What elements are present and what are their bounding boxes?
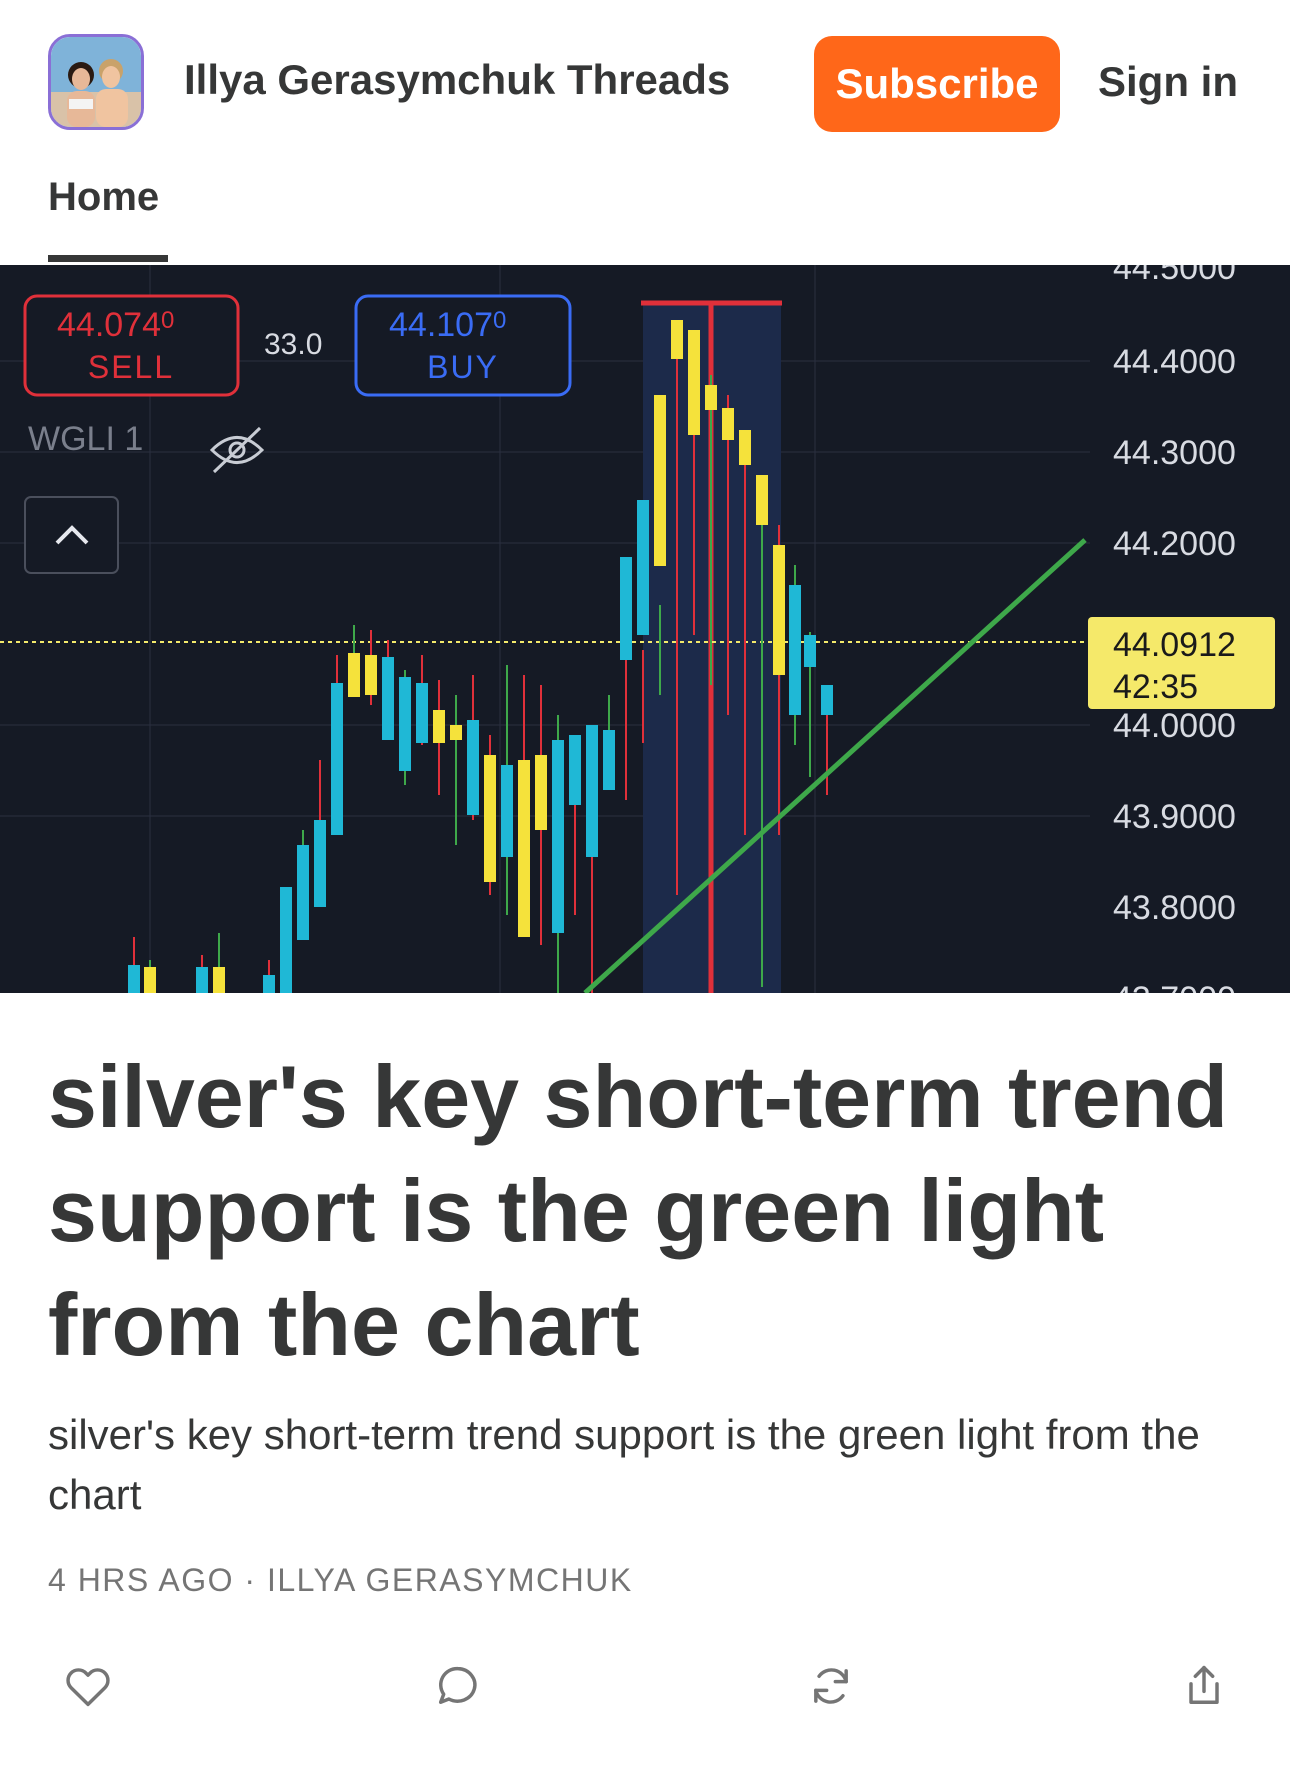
candle-body [382, 657, 394, 740]
sell-price: 44.074 [57, 306, 161, 344]
candle-body [654, 395, 666, 566]
candle-body [331, 683, 343, 835]
candle-body [535, 755, 547, 830]
candle-body [433, 710, 445, 743]
indicator-label: WGLI 1 [28, 420, 143, 458]
candle-body [603, 730, 615, 790]
candle-body [213, 967, 225, 993]
candle-body [314, 820, 326, 907]
publication-name[interactable]: Illya Gerasymchuk Threads [184, 56, 730, 104]
price-tick: 43.9000 [1113, 798, 1236, 836]
candle-body [263, 975, 275, 993]
price-tick: 44.0000 [1113, 707, 1236, 745]
buy-label: BUY [427, 349, 499, 385]
subscribe-button[interactable]: Subscribe [814, 36, 1060, 132]
collapse-button [24, 496, 119, 574]
candle-body [756, 475, 768, 525]
sell-label: SELL [88, 349, 174, 385]
restack-icon [814, 1668, 848, 1704]
price-tick: 44.4000 [1113, 343, 1236, 381]
price-tick: 43.7000 [1113, 980, 1236, 993]
candle-body [821, 685, 833, 715]
spread-value: 33.0 [264, 328, 322, 361]
nav-tab-home[interactable]: Home [48, 175, 159, 220]
current-price-label: 44.0912 42:35 [1088, 617, 1275, 709]
candle-body [804, 635, 816, 667]
post-title[interactable]: silver's key short-term trend support is… [48, 1040, 1248, 1382]
restack-button[interactable] [805, 1660, 857, 1712]
candle-body [399, 677, 411, 771]
candle-body [128, 965, 140, 993]
sell-button: 44.0740 SELL [23, 294, 240, 397]
candle-body [620, 557, 632, 660]
candle-body [671, 320, 683, 359]
candle-body [467, 720, 479, 815]
current-price-value: 44.0912 [1113, 626, 1236, 664]
share-button[interactable] [1178, 1660, 1230, 1712]
candle-body [450, 725, 462, 740]
candle-body [569, 735, 581, 805]
eye-off-icon [209, 426, 265, 474]
publication-header: Illya Gerasymchuk Threads Subscribe Sign… [0, 0, 1290, 270]
post-meta: 4 HRS AGO · ILLYA GERASYMCHUK [48, 1562, 633, 1598]
candle-body [705, 385, 717, 410]
price-tick: 43.8000 [1113, 889, 1236, 927]
heart-icon [66, 1668, 110, 1707]
buy-price: 44.107 [389, 306, 493, 344]
candle-body [280, 887, 292, 993]
post-cover-image[interactable]: 44.5000 44.4000 44.3000 44.2000 44.0000 … [0, 265, 1290, 993]
candle-body [739, 430, 751, 465]
share-icon [1189, 1665, 1219, 1704]
candle-body [196, 967, 208, 993]
buy-price-small: 0 [493, 307, 506, 334]
candle-body [297, 845, 309, 940]
like-button[interactable] [62, 1660, 114, 1712]
nav-active-indicator [48, 255, 168, 262]
price-tick: 44.3000 [1113, 434, 1236, 472]
candlestick-chart-image: 44.5000 44.4000 44.3000 44.2000 44.0000 … [0, 265, 1275, 993]
candle-body [518, 760, 530, 937]
post-subtitle: silver's key short-term trend support is… [48, 1411, 1200, 1518]
candle-countdown: 42:35 [1113, 668, 1198, 706]
candle-body [416, 683, 428, 743]
comment-button[interactable] [432, 1660, 484, 1712]
candle-body [484, 755, 496, 882]
candle-body [789, 585, 801, 715]
svg-text:44.1070: 44.1070 [389, 306, 506, 344]
sell-price-small: 0 [161, 307, 174, 334]
buy-button: 44.1070 BUY [354, 294, 572, 397]
candle-body [552, 740, 564, 933]
comment-icon [438, 1666, 477, 1704]
price-tick: 44.5000 [1113, 265, 1236, 287]
candle-body [365, 655, 377, 695]
price-tick: 44.2000 [1113, 525, 1236, 563]
candle-body [773, 545, 785, 675]
publication-avatar[interactable] [48, 34, 144, 130]
candle-body [688, 330, 700, 435]
candle-body [586, 725, 598, 857]
svg-text:44.0740: 44.0740 [57, 306, 174, 344]
candle-body [144, 967, 156, 993]
candle-body [637, 500, 649, 635]
candle-body [348, 653, 360, 697]
candle-body [501, 765, 513, 857]
sign-in-link[interactable]: Sign in [1098, 58, 1238, 106]
candle-body [722, 408, 734, 440]
